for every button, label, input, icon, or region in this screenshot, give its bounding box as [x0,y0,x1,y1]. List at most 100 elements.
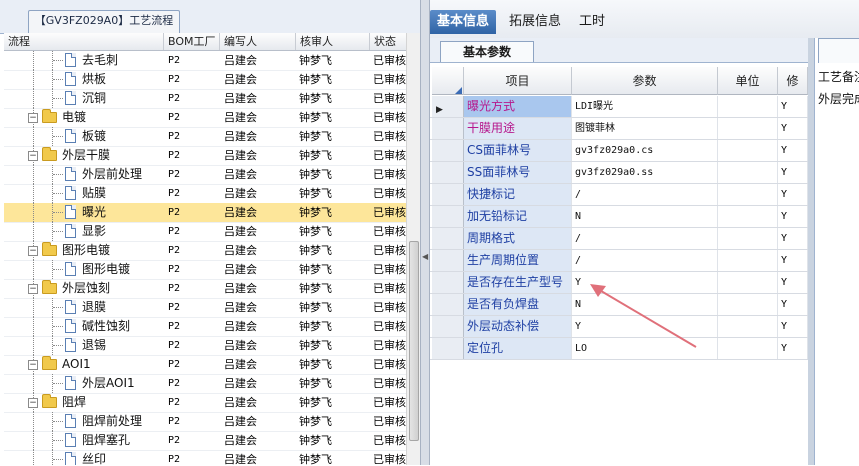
row-indicator[interactable] [432,228,464,249]
grid-cell-param[interactable]: / [572,184,718,205]
tree-node[interactable]: 烘板 [4,70,163,89]
grid-cell-param[interactable]: / [572,250,718,271]
tree-row[interactable]: 退锡 P2 吕建会 钟梦飞 已审核 [4,336,408,356]
grid-row[interactable]: 干膜用途 图镀菲林 Y [430,118,808,140]
panel-splitter[interactable]: ◀ [420,0,430,465]
row-indicator[interactable] [432,184,464,205]
tree-node[interactable]: 碱性蚀刻 [4,317,163,336]
grid-cell-mod[interactable]: Y [778,316,808,337]
tree-node[interactable]: 贴膜 [4,184,163,203]
tree-node[interactable]: 退锡 [4,336,163,355]
grid-header-mod[interactable]: 修 [778,67,808,95]
grid-header-unit[interactable]: 单位 [718,67,778,95]
tree-node[interactable]: − AOI1 [4,355,163,374]
grid-cell-mod[interactable]: Y [778,228,808,249]
grid-cell-unit[interactable] [718,96,778,117]
tree-node[interactable]: 阻焊前处理 [4,412,163,431]
grid-header-item[interactable]: 项目 [464,67,572,95]
tree-row[interactable]: 去毛刺 P2 吕建会 钟梦飞 已审核 [4,51,408,71]
tree-node[interactable]: 曝光 [4,203,163,222]
grid-cell-mod[interactable]: Y [778,250,808,271]
grid-cell-unit[interactable] [718,118,778,139]
row-indicator[interactable] [432,206,464,227]
grid-cell-unit[interactable] [718,184,778,205]
grid-row[interactable]: CS面菲林号 gv3fz029a0.cs Y [430,140,808,162]
grid-cell-param[interactable]: LDI曝光 [572,96,718,117]
grid-cell-param[interactable]: gv3fz029a0.cs [572,140,718,161]
collapse-toggle-icon[interactable]: − [28,360,38,370]
row-indicator[interactable] [432,250,464,271]
column-header-author[interactable]: 编写人 [220,33,296,50]
tab-remarks[interactable] [818,38,859,63]
tree-row[interactable]: 阻焊前处理 P2 吕建会 钟梦飞 已审核 [4,412,408,432]
tree-node[interactable]: − 电镀 [4,108,163,127]
tree-scrollbar[interactable] [406,33,421,465]
grid-cell-unit[interactable] [718,162,778,183]
tree-node[interactable]: 外层AOI1 [4,374,163,393]
collapse-toggle-icon[interactable]: − [28,113,38,123]
tree-node[interactable]: 外层前处理 [4,165,163,184]
tree-row[interactable]: − 图形电镀 P2 吕建会 钟梦飞 已审核 [4,241,408,261]
tree-row[interactable]: 阻焊塞孔 P2 吕建会 钟梦飞 已审核 [4,431,408,451]
tree-node[interactable]: 去毛刺 [4,51,163,70]
grid-cell-unit[interactable] [718,140,778,161]
tree-row[interactable]: 丝印 P2 吕建会 钟梦飞 已审核 [4,450,408,465]
grid-cell-unit[interactable] [718,272,778,293]
column-header-reviewer[interactable]: 核审人 [296,33,370,50]
collapse-toggle-icon[interactable]: − [28,398,38,408]
grid-cell-unit[interactable] [718,316,778,337]
row-indicator[interactable] [432,162,464,183]
grid-cell-mod[interactable]: Y [778,184,808,205]
tree-node[interactable]: − 外层蚀刻 [4,279,163,298]
grid-cell-mod[interactable]: Y [778,96,808,117]
grid-cell-unit[interactable] [718,294,778,315]
grid-cell-param[interactable]: gv3fz029a0.ss [572,162,718,183]
remarks-value[interactable]: 外层完成 [818,90,859,107]
tree-row[interactable]: 退膜 P2 吕建会 钟梦飞 已审核 [4,298,408,318]
tree-row[interactable]: − 电镀 P2 吕建会 钟梦飞 已审核 [4,108,408,128]
tree-row[interactable]: 外层前处理 P2 吕建会 钟梦飞 已审核 [4,165,408,185]
grid-cell-param[interactable]: 图镀菲林 [572,118,718,139]
grid-cell-unit[interactable] [718,250,778,271]
grid-cell-mod[interactable]: Y [778,338,808,359]
tree-node[interactable]: 丝印 [4,450,163,465]
tree-row[interactable]: 板镀 P2 吕建会 钟梦飞 已审核 [4,127,408,147]
grid-row[interactable]: ▶ 曝光方式 LDI曝光 Y [430,96,808,118]
collapse-toggle-icon[interactable]: − [28,151,38,161]
tree-row[interactable]: 图形电镀 P2 吕建会 钟梦飞 已审核 [4,260,408,280]
tree-row[interactable]: 外层AOI1 P2 吕建会 钟梦飞 已审核 [4,374,408,394]
collapse-toggle-icon[interactable]: − [28,284,38,294]
tab-process-flow[interactable]: 【GV3FZ029A0】工艺流程 [28,10,180,33]
tree-row[interactable]: − 外层蚀刻 P2 吕建会 钟梦飞 已审核 [4,279,408,299]
grid-cell-mod[interactable]: Y [778,272,808,293]
grid-cell-param[interactable]: / [572,228,718,249]
tree-scrollbar-thumb[interactable] [409,241,419,441]
tab-work-hours[interactable]: 工时 [572,10,612,34]
grid-cell-unit[interactable] [718,338,778,359]
tree-row[interactable]: 曝光 P2 吕建会 钟梦飞 已审核 [4,203,408,223]
grid-row[interactable]: SS面菲林号 gv3fz029a0.ss Y [430,162,808,184]
tree-row[interactable]: − AOI1 P2 吕建会 钟梦飞 已审核 [4,355,408,375]
row-indicator[interactable]: ▶ [432,96,464,117]
tab-basic-info[interactable]: 基本信息 [430,10,497,34]
tree-row[interactable]: − 外层干膜 P2 吕建会 钟梦飞 已审核 [4,146,408,166]
tree-node[interactable]: − 阻焊 [4,393,163,412]
tree-row[interactable]: 显影 P2 吕建会 钟梦飞 已审核 [4,222,408,242]
grid-cell-unit[interactable] [718,228,778,249]
grid-row[interactable]: 生产周期位置 / Y [430,250,808,272]
grid-cell-mod[interactable]: Y [778,118,808,139]
row-indicator[interactable] [432,118,464,139]
grid-cell-mod[interactable]: Y [778,206,808,227]
row-indicator[interactable] [432,294,464,315]
row-indicator[interactable] [432,140,464,161]
tree-node[interactable]: 板镀 [4,127,163,146]
collapse-left-icon[interactable]: ◀ [422,252,428,261]
grid-cell-param[interactable]: N [572,206,718,227]
tree-node[interactable]: 沉铜 [4,89,163,108]
row-indicator[interactable] [432,272,464,293]
grid-row[interactable]: 加无铅标记 N Y [430,206,808,228]
tree-row[interactable]: 烘板 P2 吕建会 钟梦飞 已审核 [4,70,408,90]
tree-node[interactable]: − 外层干膜 [4,146,163,165]
tree-node[interactable]: − 图形电镀 [4,241,163,260]
tab-extended-info[interactable]: 拓展信息 [502,10,568,34]
